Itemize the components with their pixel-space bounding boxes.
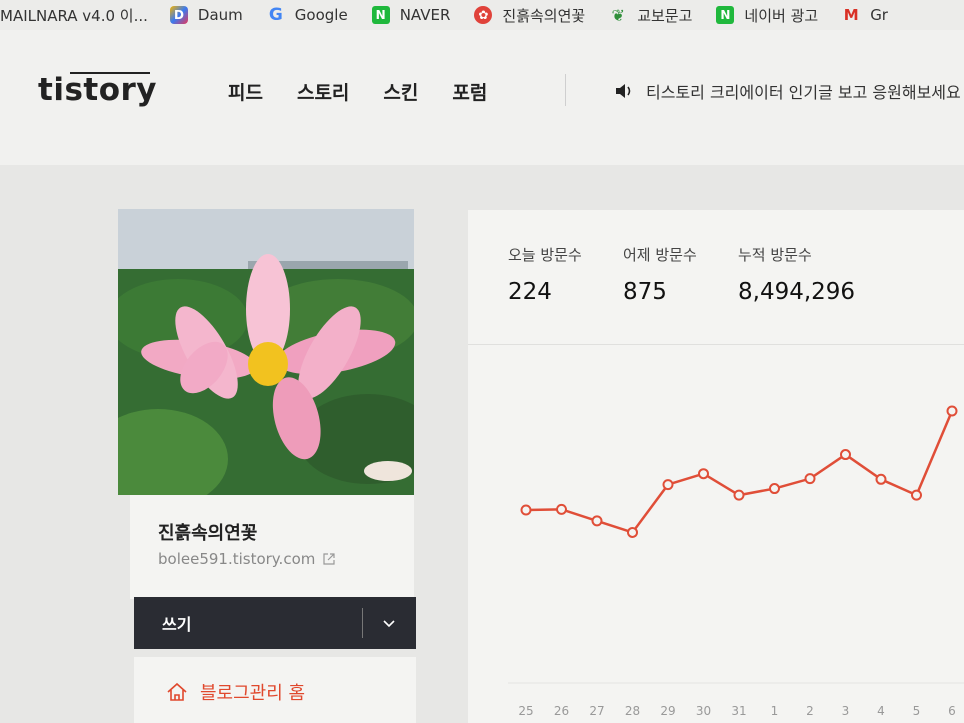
data-point[interactable] <box>733 489 745 501</box>
profile-image[interactable] <box>118 209 414 495</box>
x-tick-label: 2 <box>806 704 814 718</box>
blog-manage-label: 블로그관리 홈 <box>200 683 306 704</box>
x-tick-label: 27 <box>589 704 604 718</box>
blog-info-card: 진흙속의연꽃 bolee591.tistory.com <box>130 495 414 599</box>
x-tick-label: 31 <box>731 704 746 718</box>
x-tick-label: 25 <box>518 704 533 718</box>
chevron-down-icon[interactable] <box>380 614 398 632</box>
blog-url-link[interactable]: bolee591.tistory.com <box>158 550 335 568</box>
bookmark-label: Daum <box>197 6 243 24</box>
naver-icon: N <box>371 6 390 24</box>
home-icon <box>167 682 187 701</box>
bookmark-google[interactable]: G Google <box>267 5 348 25</box>
bookmark-label: Google <box>294 6 348 24</box>
bookmark-blog[interactable]: ✿ 진흙속의연꽃 <box>474 5 585 26</box>
profile-column: 진흙속의연꽃 bolee591.tistory.com 쓰기 블로그관리 홈 <box>118 209 416 723</box>
stat-today-value: 224 <box>508 279 552 305</box>
data-point[interactable] <box>946 405 958 417</box>
blog-url-text: bolee591.tistory.com <box>158 550 316 568</box>
tistory-logo[interactable]: tistory <box>38 72 157 108</box>
nav-item-story[interactable]: 스토리 <box>297 78 349 105</box>
data-point[interactable] <box>769 483 780 495</box>
speaker-icon <box>616 84 631 98</box>
data-point[interactable] <box>520 504 532 516</box>
x-tick-label: 4 <box>877 704 885 718</box>
data-point[interactable] <box>875 473 887 485</box>
bookmark-naver-ad[interactable]: N 네이버 광고 <box>716 5 818 26</box>
data-point[interactable] <box>840 449 851 461</box>
bookmark-daum[interactable]: D Daum <box>169 6 243 24</box>
write-divider <box>362 608 363 638</box>
x-tick-label: 26 <box>554 704 569 718</box>
blog-manage-card: 블로그관리 홈 <box>134 657 416 723</box>
blog-name[interactable]: 진흙속의연꽃 <box>158 519 257 545</box>
stat-total-label: 누적 방문수 <box>738 246 812 264</box>
daum-icon: D <box>169 6 188 24</box>
bookmark-gmail[interactable]: M Gr <box>842 6 888 24</box>
visitor-stats-panel: 오늘 방문수 224 어제 방문수 875 누적 방문수 8,494,296 2… <box>468 210 964 723</box>
data-point[interactable] <box>662 479 674 491</box>
x-tick-label: 29 <box>660 704 675 718</box>
bookmark-label: 네이버 광고 <box>744 6 819 25</box>
notice-banner[interactable]: 티스토리 크리에이터 인기글 보고 응원해보세요 <box>614 79 961 103</box>
stat-yesterday-label: 어제 방문수 <box>623 246 697 264</box>
data-point[interactable] <box>698 468 709 480</box>
stat-yesterday-value: 875 <box>623 279 667 305</box>
data-point[interactable] <box>556 503 567 515</box>
data-point[interactable] <box>627 526 638 538</box>
bookmark-label: Gr <box>870 6 888 24</box>
notice-text: 티스토리 크리에이터 인기글 보고 응원해보세요 <box>646 83 961 102</box>
bookmark-label: 교보문고 <box>637 6 693 25</box>
data-point[interactable] <box>591 515 603 527</box>
data-point[interactable] <box>804 473 816 485</box>
x-tick-label: 1 <box>771 704 779 718</box>
write-button[interactable]: 쓰기 <box>162 611 191 635</box>
flower-icon: ✿ <box>474 6 493 24</box>
site-header: tistory 피드 스토리 스킨 포럼 티스토리 크리에이터 인기글 보고 응… <box>0 30 964 165</box>
bookmark-naver[interactable]: N NAVER <box>371 6 451 24</box>
kyobo-icon: ❦ <box>611 5 625 25</box>
bookmark-label: MAILNARA v4.0 이... <box>0 6 148 25</box>
bookmark-mailnara[interactable]: MAILNARA v4.0 이... <box>0 5 148 26</box>
external-link-icon <box>323 553 335 565</box>
nav-item-forum[interactable]: 포럼 <box>452 78 487 105</box>
blog-manage-home-link[interactable]: 블로그관리 홈 <box>166 679 305 705</box>
data-point[interactable] <box>911 489 922 501</box>
stat-total: 누적 방문수 8,494,296 <box>738 244 855 305</box>
x-tick-label: 30 <box>696 704 711 718</box>
x-tick-label: 28 <box>625 704 640 718</box>
nav-item-feed[interactable]: 피드 <box>228 78 263 105</box>
x-tick-label: 6 <box>948 704 956 718</box>
naver-icon: N <box>716 6 735 24</box>
nav-divider <box>565 74 566 106</box>
bookmarks-bar: MAILNARA v4.0 이... D Daum G Google N NAV… <box>0 0 964 30</box>
stat-total-value: 8,494,296 <box>738 279 856 305</box>
bookmark-label: 진흙속의연꽃 <box>502 6 586 25</box>
bookmark-label: NAVER <box>399 6 451 24</box>
gmail-icon: M <box>843 6 859 24</box>
main-nav: 피드 스토리 스킨 포럼 <box>228 78 521 105</box>
stat-yesterday: 어제 방문수 875 <box>623 244 697 305</box>
x-tick-label: 5 <box>913 704 921 718</box>
bookmark-kyobo[interactable]: ❦ 교보문고 <box>609 5 693 26</box>
visitor-line-chart: 25 26 27 28 29 30 31 1 2 3 4 5 6 <box>508 405 964 718</box>
write-button-bar: 쓰기 <box>134 597 416 649</box>
nav-item-skin[interactable]: 스킨 <box>383 78 418 105</box>
google-icon: G <box>268 5 283 25</box>
x-tick-label: 3 <box>842 704 850 718</box>
series-line <box>525 410 954 534</box>
lotus-picture <box>118 209 414 495</box>
stat-today: 오늘 방문수 224 <box>508 244 582 305</box>
stat-today-label: 오늘 방문수 <box>508 246 582 264</box>
